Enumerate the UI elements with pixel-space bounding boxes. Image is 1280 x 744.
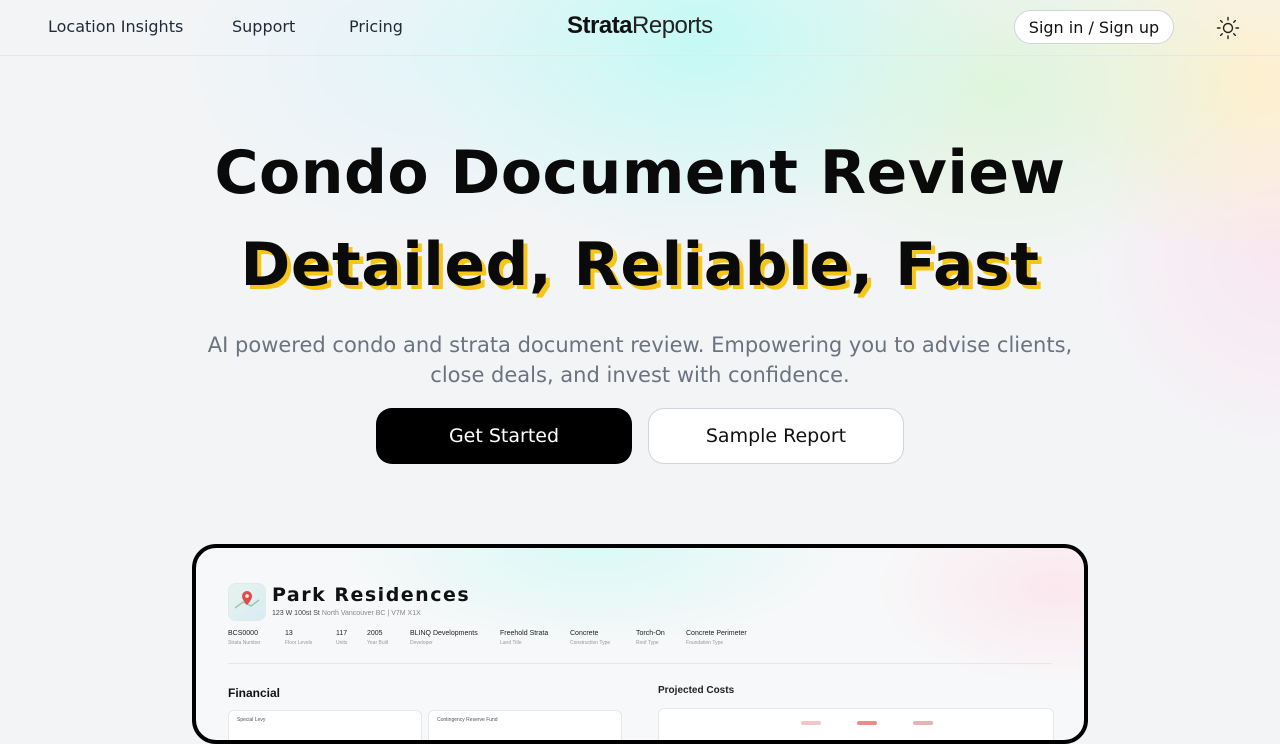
- fact-label: Strata Number: [228, 640, 261, 646]
- building-address: 123 W 100st St North Vancouver BC | V7M …: [272, 610, 421, 617]
- fact-label: Roof Type: [636, 640, 659, 646]
- fact-construction-type: Concrete Construction Type: [570, 630, 610, 646]
- preview-divider: [228, 663, 1052, 664]
- fact-developer: BLINQ Developments Developer: [410, 630, 478, 646]
- fact-value: BLINQ Developments: [410, 630, 478, 637]
- logo-regular-text: Reports: [632, 12, 713, 39]
- chart-bar: [857, 721, 877, 725]
- financial-heading: Financial: [228, 686, 281, 700]
- fact-value: BCS0000: [228, 630, 258, 637]
- fact-value: Concrete Perimeter: [686, 630, 747, 637]
- nav-link-location-insights[interactable]: Location Insights: [48, 17, 183, 36]
- fact-label: Units: [336, 640, 348, 646]
- hero-title: Condo Document Review: [214, 138, 1066, 208]
- sun-icon[interactable]: [1216, 16, 1240, 40]
- fact-label: Construction Type: [570, 640, 611, 646]
- top-navbar: Location Insights Support Pricing Strata…: [0, 0, 1280, 56]
- contingency-fund-card: Contingency Reserve Fund: [428, 710, 622, 740]
- report-preview-frame: Park Residences 123 W 100st St North Van…: [192, 544, 1088, 744]
- nav-link-pricing[interactable]: Pricing: [349, 17, 403, 36]
- fact-value: 117: [336, 630, 348, 637]
- fact-year-built: 2005 Year Built: [367, 630, 388, 646]
- fact-units: 117 Units: [336, 630, 347, 646]
- fact-value: Torch-On: [636, 630, 665, 637]
- projected-costs-card: [658, 708, 1054, 740]
- address-city: North Vancouver BC | V7M X1X: [321, 610, 421, 617]
- fact-value: Concrete: [570, 630, 599, 637]
- fact-foundation-type: Concrete Perimeter Foundation Type: [686, 630, 747, 646]
- fact-floor-levels: 13 Floor Levels: [285, 630, 312, 646]
- card-title: Special Levy: [237, 717, 266, 723]
- map-pin-icon: [228, 583, 266, 621]
- address-street: 123 W 100st St: [272, 610, 320, 617]
- fact-label: Floor Levels: [285, 640, 313, 646]
- projected-costs-heading: Projected Costs: [658, 685, 735, 696]
- fact-label: Land Title: [500, 640, 522, 646]
- fact-land-title: Freehold Strata Land Title: [500, 630, 548, 646]
- fact-roof-type: Torch-On Roof Type: [636, 630, 665, 646]
- chart-bar: [913, 721, 933, 725]
- sign-in-button[interactable]: Sign in / Sign up: [1014, 10, 1174, 44]
- building-name: Park Residences: [272, 584, 471, 606]
- fact-value: Freehold Strata: [500, 630, 549, 637]
- logo-bold-text: Strata: [567, 12, 633, 39]
- sample-report-button[interactable]: Sample Report: [648, 408, 904, 464]
- logo[interactable]: StrataReports: [567, 12, 713, 40]
- fact-label: Year Built: [367, 640, 389, 646]
- hero-tagline: Detailed, Reliable, Fast: [240, 230, 1040, 300]
- nav-link-support[interactable]: Support: [232, 17, 295, 36]
- chart-bar: [801, 721, 821, 725]
- fact-label: Foundation Type: [686, 640, 724, 646]
- hero-subtitle: AI powered condo and strata document rev…: [207, 333, 1073, 387]
- fact-value: 2005: [367, 630, 383, 637]
- fact-strata-number: BCS0000 Strata Number: [228, 630, 261, 646]
- fact-label: Developer: [410, 640, 433, 646]
- get-started-button[interactable]: Get Started: [376, 408, 632, 464]
- special-levy-card: Special Levy: [228, 710, 422, 740]
- fact-value: 13: [285, 630, 293, 637]
- card-title: Contingency Reserve Fund: [437, 717, 498, 723]
